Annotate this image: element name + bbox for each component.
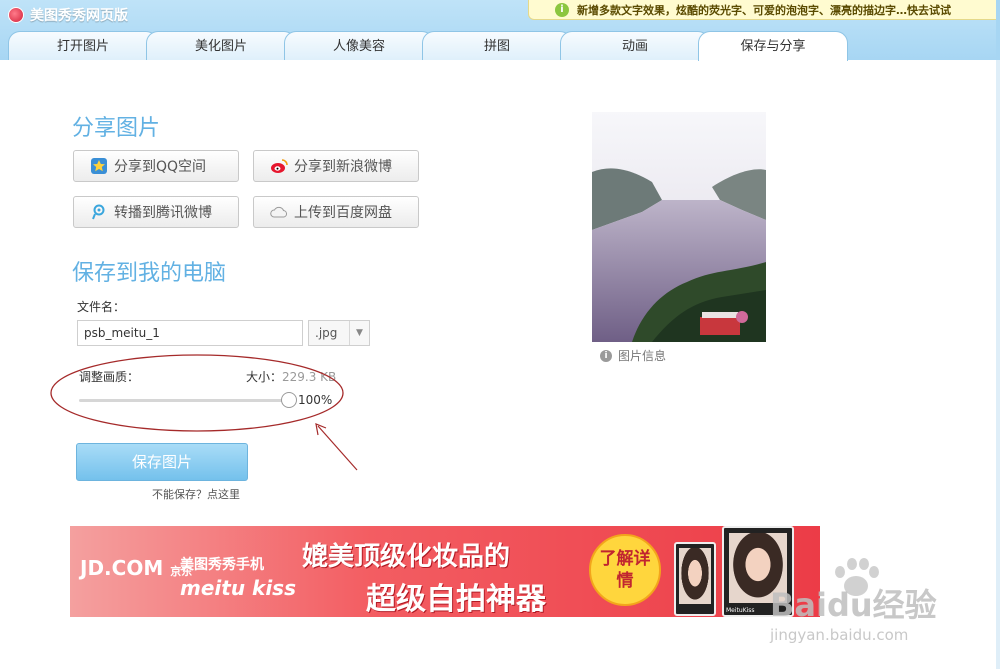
extension-select[interactable]: .jpg ▼ [308, 320, 370, 346]
cannot-save-link[interactable]: 不能保存？点这里 [152, 486, 240, 502]
ad-banner[interactable]: JD.COM 京东 美图秀秀手机 meitu kiss 媲美顶级化妆品的 超级自… [70, 526, 820, 617]
photo-info-label: 图片信息 [618, 349, 667, 363]
annotation-arrow-head [315, 423, 327, 436]
window-right-edge [996, 0, 1000, 669]
jd-logo-text: JD.COM [80, 556, 164, 580]
qzone-star-icon [91, 158, 107, 174]
phone-label: MeituKiss [726, 607, 755, 614]
weibo-icon [271, 159, 288, 173]
quality-slider-thumb[interactable] [281, 392, 297, 408]
banner-brand-en: meitu kiss [180, 576, 296, 600]
jd-logo: JD.COM 京东 [80, 556, 192, 580]
tencent-weibo-icon [92, 204, 105, 220]
file-size: 大小：229.3 KB [246, 368, 336, 385]
phone-image-small [674, 542, 716, 616]
tab-animation[interactable]: 动画 [560, 31, 710, 60]
phone-face-small [679, 548, 711, 605]
info-icon: i [555, 2, 569, 17]
extension-value: .jpg [315, 326, 338, 340]
tab-open-image[interactable]: 打开图片 [8, 31, 158, 60]
filename-input[interactable] [77, 320, 303, 346]
size-value: 229.3 KB [282, 370, 337, 384]
upload-baidu-pan-button[interactable]: 上传到百度网盘 [253, 196, 419, 228]
annotation-arrow-line [317, 425, 358, 471]
cloud-icon [270, 206, 288, 218]
quality-value: 100% [298, 393, 333, 407]
share-section-title: 分享图片 [72, 116, 161, 141]
quality-slider-track[interactable] [79, 399, 289, 402]
app-title: 美图秀秀网页版 [8, 4, 128, 26]
tab-save-share[interactable]: 保存与分享 [698, 31, 848, 61]
banner-brand-cn: 美图秀秀手机 [180, 557, 264, 573]
share-weibo-button[interactable]: 分享到新浪微博 [253, 150, 419, 182]
save-section-title: 保存到我的电脑 [72, 261, 227, 286]
upload-baidu-pan-label: 上传到百度网盘 [294, 205, 392, 221]
share-tencent-weibo-button[interactable]: 转播到腾讯微博 [73, 196, 239, 228]
watermark-text: Baidu经验 [770, 586, 937, 624]
share-tencent-weibo-label: 转播到腾讯微博 [114, 205, 212, 221]
baidu-watermark: Baidu经验 jingyan.baidu.com [770, 556, 1000, 669]
share-qzone-label: 分享到QQ空间 [114, 159, 207, 175]
top-bar: 美图秀秀网页版 i 新增多款文字效果，炫酷的荧光字、可爱的泡泡字、漂亮的描边字…… [0, 0, 1000, 61]
banner-learn-more-button[interactable]: 了解详情 [589, 534, 661, 606]
watermark-url: jingyan.baidu.com [770, 626, 909, 644]
photo-info-link[interactable]: i 图片信息 [600, 347, 666, 364]
photo-preview [592, 112, 766, 342]
notice-bar[interactable]: i 新增多款文字效果，炫酷的荧光字、可爱的泡泡字、漂亮的描边字…快去试试 [528, 0, 1000, 20]
info-icon: i [600, 349, 612, 362]
banner-headline: 媲美顶级化妆品的 [302, 542, 511, 572]
size-label: 大小： [246, 370, 283, 384]
save-image-button[interactable]: 保存图片 [76, 443, 248, 481]
banner-subheadline: 超级自拍神器 [366, 582, 546, 617]
quality-label: 调整画质： [79, 370, 140, 384]
banner-brand: 美图秀秀手机 meitu kiss [180, 554, 296, 600]
tab-portrait[interactable]: 人像美容 [284, 31, 434, 60]
share-qzone-button[interactable]: 分享到QQ空间 [73, 150, 239, 182]
tab-beautify[interactable]: 美化图片 [146, 31, 296, 60]
photo-image [592, 112, 766, 342]
tab-collage[interactable]: 拼图 [422, 31, 572, 60]
share-weibo-label: 分享到新浪微博 [294, 159, 392, 175]
filename-label: 文件名： [77, 300, 126, 314]
notice-text: 新增多款文字效果，炫酷的荧光字、可爱的泡泡字、漂亮的描边字…快去试试 [577, 3, 951, 17]
chevron-down-icon: ▼ [349, 321, 369, 345]
app-title-text: 美图秀秀网页版 [30, 8, 128, 24]
app-logo-icon [8, 7, 24, 23]
